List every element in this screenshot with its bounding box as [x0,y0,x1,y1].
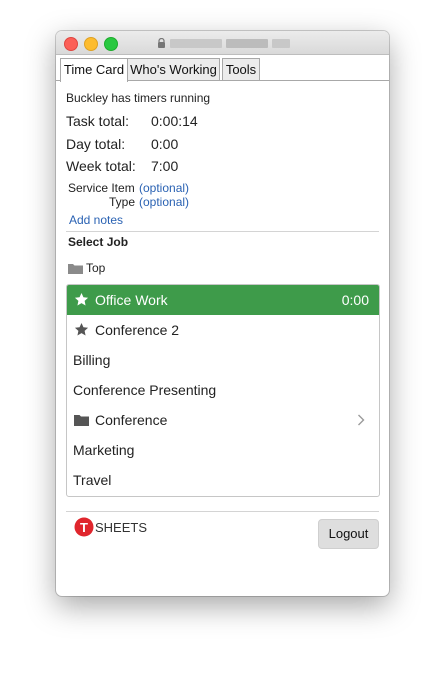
job-row-billing[interactable]: Billing [67,345,379,375]
job-row-conference-2[interactable]: Conference 2 [67,315,379,345]
job-label: Office Work [95,292,168,308]
tsheets-logo: T SHEETS [74,517,147,537]
job-row-conference[interactable]: Conference [67,405,379,435]
job-row-office-work[interactable]: Office Work 0:00 [67,285,379,315]
blurred-url [272,39,290,48]
task-total-value: 0:00:14 [151,113,198,129]
job-label: Conference [95,412,168,428]
maximize-window-button[interactable] [104,37,118,51]
job-time: 0:00 [341,292,369,308]
week-total-value: 7:00 [151,158,179,174]
blurred-url [226,39,268,48]
footer-divider [66,511,379,512]
logo-text: SHEETS [95,520,147,535]
select-job-heading: Select Job [68,235,129,249]
tab-time-card[interactable]: Time Card [60,58,128,82]
app-window: Time Card Who's Working Tools Buckley ha… [56,31,389,596]
type-label: Type [109,195,136,209]
timer-status: Buckley has timers running [66,91,211,105]
job-label: Conference Presenting [73,382,217,398]
week-total-label: Week total: [66,158,136,174]
job-label: Conference 2 [95,322,180,338]
job-row-conference-presenting[interactable]: Conference Presenting [67,375,379,405]
blurred-url [170,39,222,48]
job-label: Marketing [73,442,135,458]
logo-letter: T [80,520,88,535]
star-icon [74,292,89,306]
job-row-marketing[interactable]: Marketing [67,435,379,465]
section-divider [66,231,379,232]
add-notes-link[interactable]: Add notes [69,213,123,227]
task-total-label: Task total: [66,113,130,129]
title-bar [56,31,389,55]
logout-button[interactable]: Logout [318,519,379,549]
job-label: Travel [73,472,112,488]
tab-whos-working[interactable]: Who's Working [127,58,220,80]
breadcrumb-top[interactable]: Top [86,261,105,275]
day-total-label: Day total: [66,136,126,152]
tab-tools[interactable]: Tools [222,58,260,80]
day-total-value: 0:00 [151,136,179,152]
job-list: Office Work 0:00 Conference 2 Billing Co… [66,284,380,497]
minimize-window-button[interactable] [84,37,98,51]
chevron-right-icon [358,414,365,426]
service-item-label: Service Item [68,181,135,195]
close-window-button[interactable] [64,37,78,51]
folder-icon [68,264,83,274]
service-item-link[interactable]: (optional) [139,181,189,195]
star-icon [74,322,89,336]
folder-icon [74,415,89,426]
lock-icon [158,38,165,48]
job-label: Billing [73,352,111,368]
job-row-travel[interactable]: Travel [67,465,379,495]
type-link[interactable]: (optional) [139,195,189,209]
